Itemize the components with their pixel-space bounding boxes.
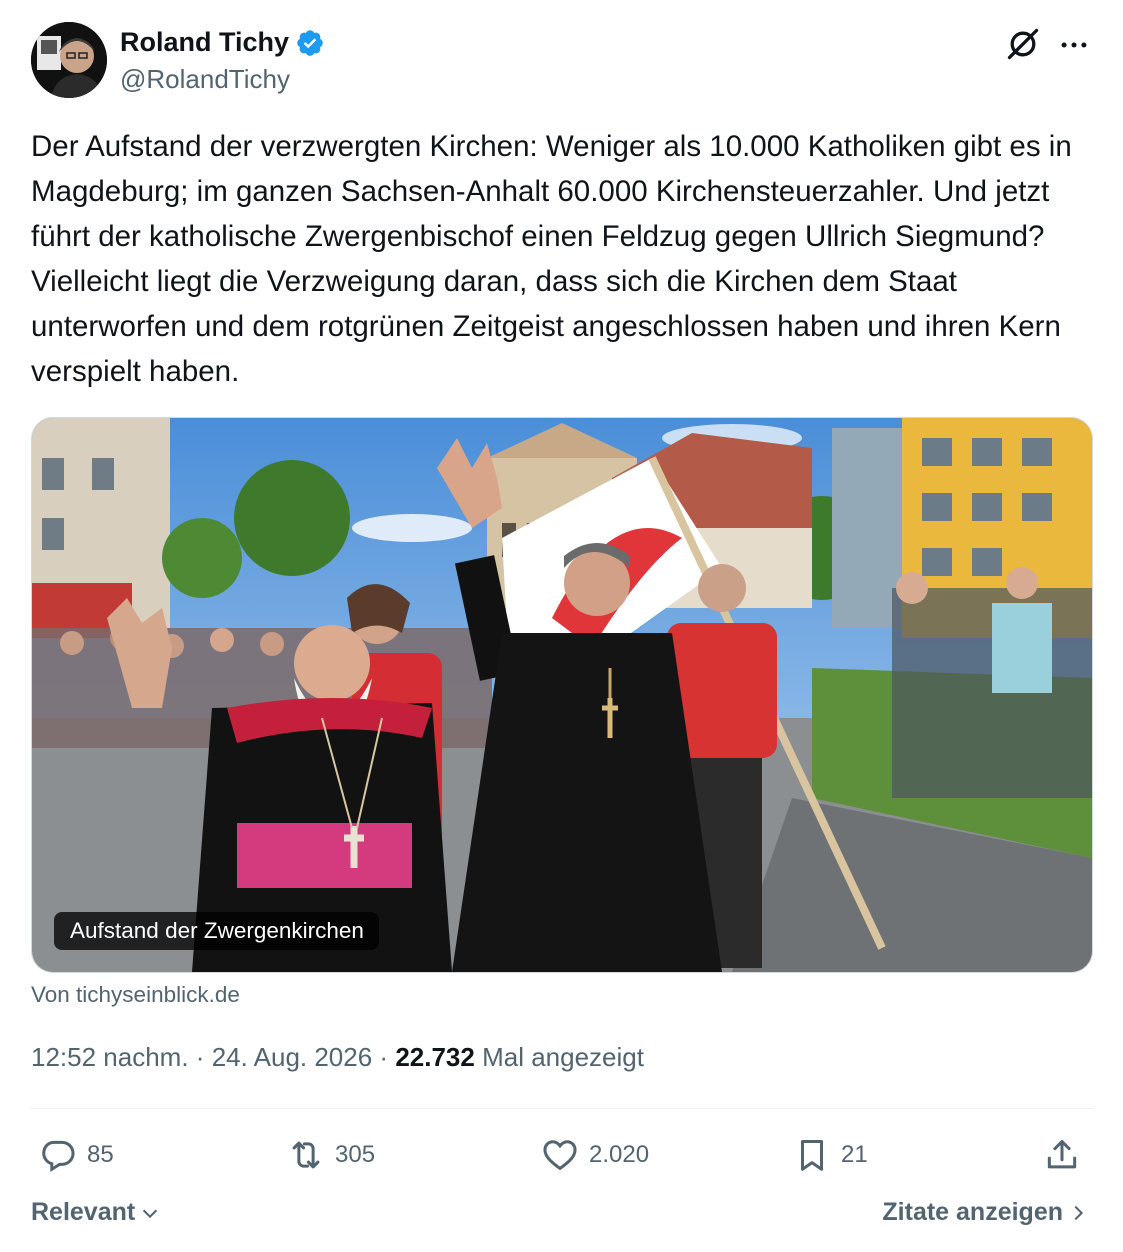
tweet-date[interactable]: 24. Aug. 2026 — [212, 1042, 372, 1072]
tweet-header: Roland Tichy @RolandTichy — [31, 22, 1093, 100]
meta-separator: · — [195, 1042, 205, 1072]
meta-separator: · — [379, 1042, 389, 1072]
bookmark-icon — [800, 1140, 824, 1171]
views-label: Mal angezeigt — [482, 1042, 644, 1072]
reply-icon — [42, 1140, 75, 1172]
tweet-text: Der Aufstand der verzwergten Kirchen: We… — [31, 130, 1072, 388]
repost-icon — [292, 1141, 320, 1169]
sort-dropdown[interactable]: Relevant — [31, 1198, 161, 1227]
views-count: 22.732 — [395, 1042, 475, 1072]
quotes-label: Zitate anzeigen — [882, 1198, 1063, 1226]
share-button[interactable] — [1043, 1130, 1091, 1180]
divider — [31, 1108, 1093, 1109]
like-count: 2.020 — [589, 1141, 650, 1168]
like-icon — [543, 1140, 577, 1171]
media-photo — [32, 418, 1092, 972]
verified-icon[interactable] — [295, 28, 325, 58]
quotes-link[interactable]: Zitate anzeigen — [882, 1198, 1089, 1227]
media-caption: Aufstand der Zwergenkirchen — [54, 912, 379, 950]
author-handle[interactable]: @RolandTichy — [120, 64, 290, 95]
media-source[interactable]: Von tichyseinblick.de — [31, 982, 240, 1008]
grok-icon[interactable] — [1005, 26, 1041, 62]
tweet-time[interactable]: 12:52 nachm. — [31, 1042, 189, 1072]
reply-count: 85 — [87, 1141, 114, 1168]
bookmark-count: 21 — [841, 1141, 868, 1168]
tweet-meta: 12:52 nachm. · 24. Aug. 2026 · 22.732 Ma… — [31, 1042, 644, 1073]
sort-label: Relevant — [31, 1198, 136, 1226]
avatar[interactable] — [31, 22, 107, 98]
avatar-image — [31, 22, 107, 98]
reply-button[interactable]: 85 — [39, 1130, 114, 1180]
chevron-down-icon — [143, 1209, 158, 1218]
chevron-right-icon — [1074, 1205, 1084, 1220]
repost-count: 305 — [335, 1141, 376, 1168]
author-row: Roland Tichy — [120, 27, 325, 58]
action-bar: 85 305 2.020 21 — [31, 1130, 1093, 1180]
like-button[interactable]: 2.020 — [541, 1130, 649, 1180]
share-icon — [1047, 1140, 1077, 1169]
repost-button[interactable]: 305 — [287, 1130, 375, 1180]
author-name[interactable]: Roland Tichy — [120, 27, 289, 58]
more-icon[interactable] — [1057, 28, 1091, 62]
media-card[interactable]: Aufstand der Zwergenkirchen — [31, 417, 1093, 973]
bookmark-button[interactable]: 21 — [793, 1130, 868, 1180]
